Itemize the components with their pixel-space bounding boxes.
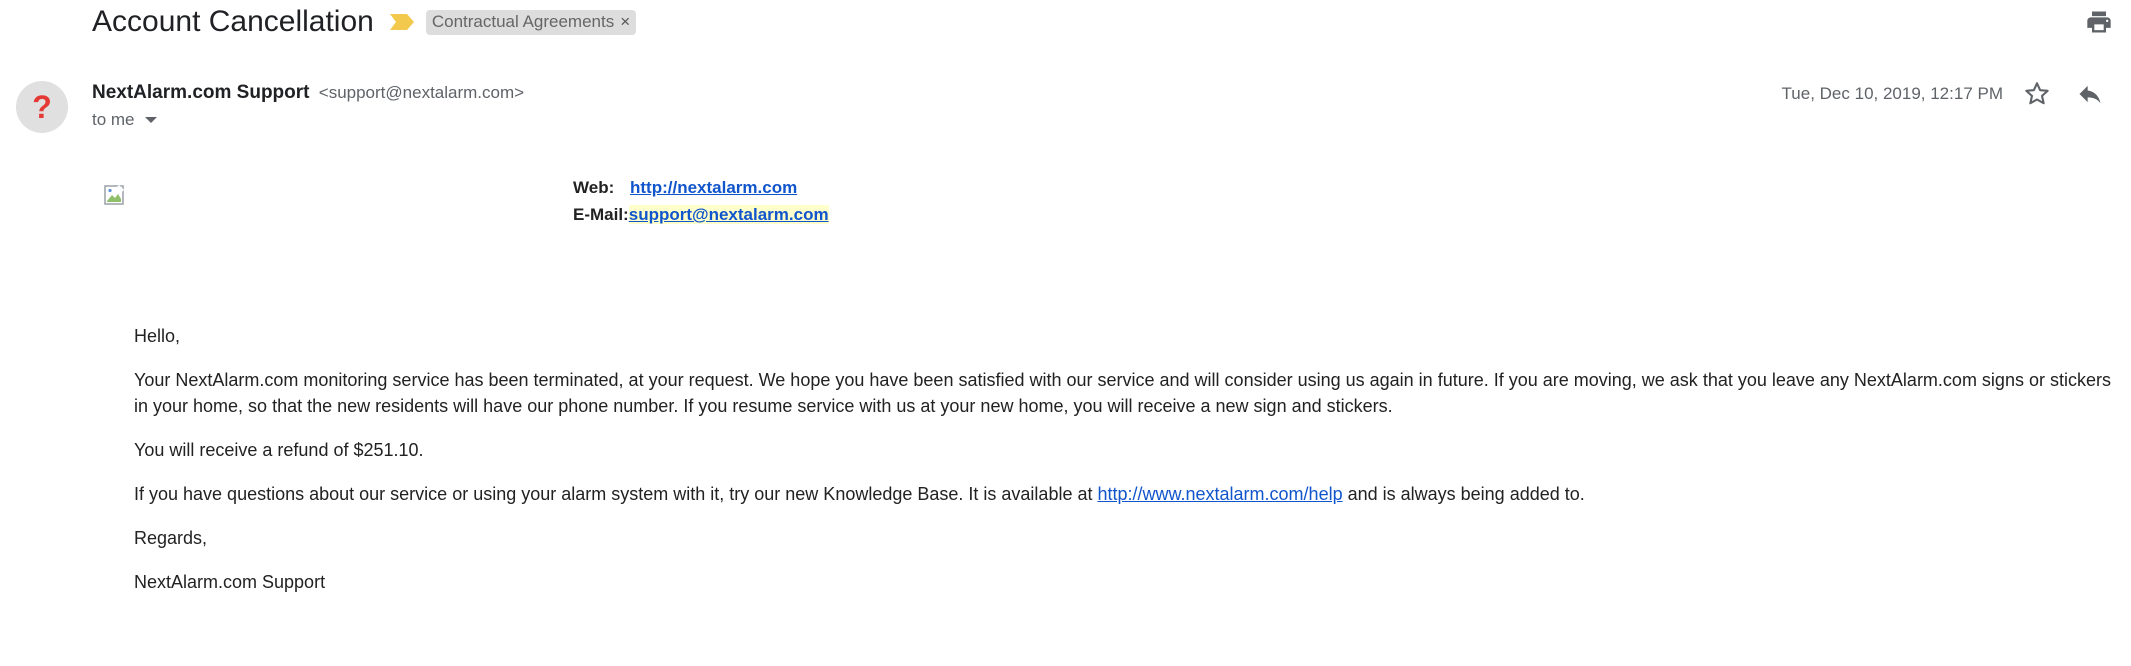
contact-email-row: E-Mail:support@nextalarm.com <box>573 201 829 228</box>
recipient-label: to me <box>92 110 135 129</box>
contact-block: Web: http://nextalarm.com E-Mail:support@… <box>573 174 829 228</box>
contact-web-link[interactable]: http://nextalarm.com <box>630 178 797 197</box>
email-body: Hello, Your NextAlarm.com monitoring ser… <box>134 323 2124 613</box>
sender-line: NextAlarm.com Support <support@nextalarm… <box>92 82 524 104</box>
email-date: Tue, Dec 10, 2019, 12:17 PM <box>1781 84 2003 103</box>
help-link[interactable]: http://www.nextalarm.com/help <box>1097 484 1342 504</box>
closing: Regards, <box>134 528 208 548</box>
kb-text-after: and is always being added to. <box>1342 484 1585 504</box>
importance-marker-icon[interactable] <box>389 14 414 30</box>
avatar-question-icon: ? <box>32 88 52 125</box>
star-icon[interactable] <box>2023 80 2051 108</box>
contact-web-row: Web: http://nextalarm.com <box>573 174 829 201</box>
broken-image-icon <box>104 185 125 205</box>
email-subject: Account Cancellation <box>92 5 374 38</box>
knowledge-base-paragraph: If you have questions about our service … <box>134 481 2124 507</box>
avatar[interactable]: ? <box>16 81 68 133</box>
contact-email-link[interactable]: support@nextalarm.com <box>628 205 829 224</box>
contact-email-label: E-Mail: <box>573 205 629 224</box>
signature: NextAlarm.com Support <box>134 572 326 592</box>
greeting: Hello, <box>134 326 181 346</box>
refund-paragraph: You will receive a refund of $251.10. <box>134 440 424 460</box>
sender-email: <support@nextalarm.com> <box>318 83 525 102</box>
recipient-dropdown[interactable]: to me <box>92 110 157 130</box>
remove-label-icon[interactable]: × <box>620 12 630 32</box>
termination-paragraph: Your NextAlarm.com monitoring service ha… <box>134 370 2111 416</box>
contact-web-label: Web: <box>573 178 615 197</box>
sender-name[interactable]: NextAlarm.com Support <box>92 82 309 103</box>
kb-text-before: If you have questions about our service … <box>134 484 1098 504</box>
label-chip-text: Contractual Agreements <box>431 11 615 31</box>
print-icon[interactable] <box>2085 8 2113 36</box>
reply-icon[interactable] <box>2075 80 2105 108</box>
chevron-down-icon[interactable] <box>144 117 157 123</box>
label-chip[interactable]: Contractual Agreements × <box>425 9 637 35</box>
subject-row: Account Cancellation Contractual Agreeme… <box>92 0 637 44</box>
